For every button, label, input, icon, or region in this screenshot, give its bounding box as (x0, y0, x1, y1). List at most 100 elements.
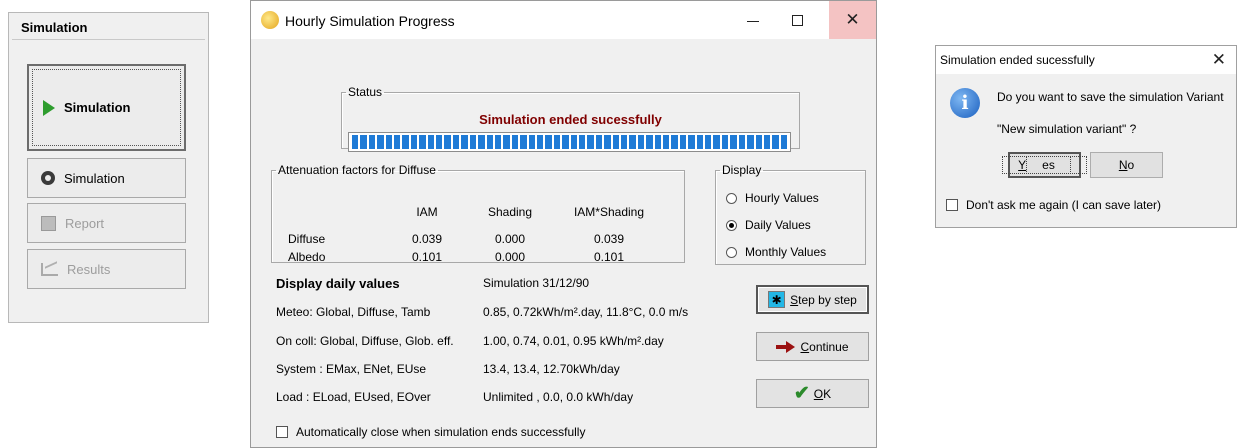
progress-segment (503, 135, 510, 149)
dialog-message-line2: "New simulation variant" ? (997, 122, 1137, 136)
diffuse-iam: 0.039 (411, 232, 443, 246)
dialog-message-line1: Do you want to save the simulation Varia… (997, 90, 1224, 104)
progress-segment (738, 135, 746, 149)
row-label-albedo: Albedo (288, 250, 326, 264)
progress-segment (469, 135, 477, 149)
progress-segment (452, 135, 460, 149)
display-legend: Display (722, 163, 762, 177)
red-arrow-icon (776, 340, 796, 353)
save-variant-dialog: Simulation ended sucessfully ✕ i Do you … (935, 45, 1237, 228)
progress-segment (663, 135, 670, 149)
load-label: Load : ELoad, EUsed, EOver (276, 390, 431, 404)
minimize-icon (746, 20, 759, 22)
radio-label: Monthly Values (745, 245, 827, 259)
dialog-title-bar: Simulation ended sucessfully ✕ (936, 46, 1236, 74)
col-header-iam-shading: IAM*Shading (573, 205, 645, 219)
step-by-step-label: Step by step (790, 292, 857, 307)
dont-ask-checkbox[interactable]: Don't ask me again (I can save later) (946, 198, 1161, 212)
simulation-panel: Simulation Simulation Simulation Report … (8, 12, 209, 323)
progress-segment (402, 135, 409, 149)
status-legend: Status (348, 85, 383, 99)
progress-segment (360, 135, 367, 149)
radio-hourly-values[interactable]: Hourly Values (726, 191, 819, 205)
checkbox[interactable] (276, 426, 288, 438)
progress-segment (696, 135, 704, 149)
run-simulation-label: Simulation (64, 100, 131, 115)
albedo-iam-shading: 0.101 (593, 250, 625, 264)
no-button[interactable]: No (1090, 152, 1163, 178)
progress-segment (553, 135, 561, 149)
close-button[interactable]: ✕ (829, 1, 876, 39)
results-button[interactable]: Results (27, 249, 186, 289)
minimize-button[interactable] (730, 1, 775, 39)
on-coll-label: On coll: Global, Diffuse, Glob. eff. (276, 334, 454, 348)
auto-close-checkbox[interactable]: Automatically close when simulation ends… (276, 425, 585, 439)
col-header-iam: IAM (416, 205, 438, 219)
run-simulation-button[interactable]: Simulation (27, 64, 186, 151)
albedo-iam: 0.101 (411, 250, 443, 264)
step-by-step-button[interactable]: ✱ Step by step (756, 285, 869, 314)
maximize-button[interactable] (775, 1, 820, 39)
dialog-close-icon[interactable]: ✕ (1212, 50, 1226, 70)
progress-segment (688, 135, 695, 149)
meteo-value: 0.85, 0.72kWh/m².day, 11.8°C, 0.0 m/s (483, 305, 689, 319)
progress-segment (570, 135, 577, 149)
progress-segment (730, 135, 737, 149)
progress-segment (612, 135, 619, 149)
yes-label: Yes (1002, 156, 1087, 174)
progress-segment (780, 135, 788, 149)
continue-button[interactable]: Continue (756, 332, 869, 361)
display-group: Display Hourly Values Daily Values Month… (715, 163, 866, 265)
progress-segment (377, 135, 384, 149)
simulation-settings-button[interactable]: Simulation (27, 158, 186, 198)
continue-label: Continue (800, 339, 849, 354)
progress-segment (486, 135, 493, 149)
window-title: Hourly Simulation Progress (285, 13, 455, 29)
gear-icon (41, 171, 55, 185)
report-button[interactable]: Report (27, 203, 186, 243)
yes-button[interactable]: Yes (1002, 152, 1087, 178)
daily-values-date: Simulation 31/12/90 (483, 276, 590, 290)
progress-segment (427, 135, 435, 149)
ok-label: OK (813, 386, 832, 401)
progress-segment (494, 135, 502, 149)
radio-button-selected[interactable] (726, 219, 737, 231)
dont-ask-label: Don't ask me again (I can save later) (966, 198, 1162, 212)
meteo-label: Meteo: Global, Diffuse, Tamb (276, 305, 431, 319)
progress-segment (394, 135, 401, 149)
status-message: Simulation ended sucessfully (479, 112, 662, 127)
title-bar: Hourly Simulation Progress ✕ (251, 1, 876, 39)
progress-segment (536, 135, 544, 149)
progress-segment (587, 135, 594, 149)
ok-button[interactable]: ✔ OK (756, 379, 869, 408)
attenuation-group: Attenuation factors for Diffuse IAM Shad… (271, 163, 685, 264)
radio-monthly-values[interactable]: Monthly Values (726, 245, 826, 259)
simulation-settings-label: Simulation (64, 170, 125, 186)
load-value: Unlimited , 0.0, 0.0 kWh/day (483, 390, 634, 404)
progress-segment (654, 135, 662, 149)
radio-button[interactable] (726, 246, 737, 258)
progress-segment (545, 135, 552, 149)
albedo-shading: 0.000 (494, 250, 526, 264)
progress-segment (520, 135, 527, 149)
progress-segment (772, 135, 779, 149)
daily-values-title: Display daily values (276, 276, 400, 291)
info-icon: i (950, 88, 980, 118)
close-icon: ✕ (845, 10, 860, 29)
system-label: System : EMax, ENet, EUse (276, 362, 427, 376)
progress-segment (595, 135, 603, 149)
progress-segment (713, 135, 720, 149)
progress-segment (679, 135, 687, 149)
radio-daily-values[interactable]: Daily Values (726, 218, 811, 232)
system-value: 13.4, 13.4, 12.70kWh/day (483, 362, 620, 376)
radio-button[interactable] (726, 192, 737, 204)
checkbox[interactable] (946, 199, 958, 211)
progress-segment (629, 135, 636, 149)
progress-segment (705, 135, 712, 149)
play-icon (43, 99, 55, 116)
on-coll-value: 1.00, 0.74, 0.01, 0.95 kWh/m².day (483, 334, 664, 348)
progress-segment (621, 135, 628, 149)
radio-label: Hourly Values (745, 191, 819, 205)
app-icon (261, 11, 279, 29)
progress-segment (511, 135, 519, 149)
